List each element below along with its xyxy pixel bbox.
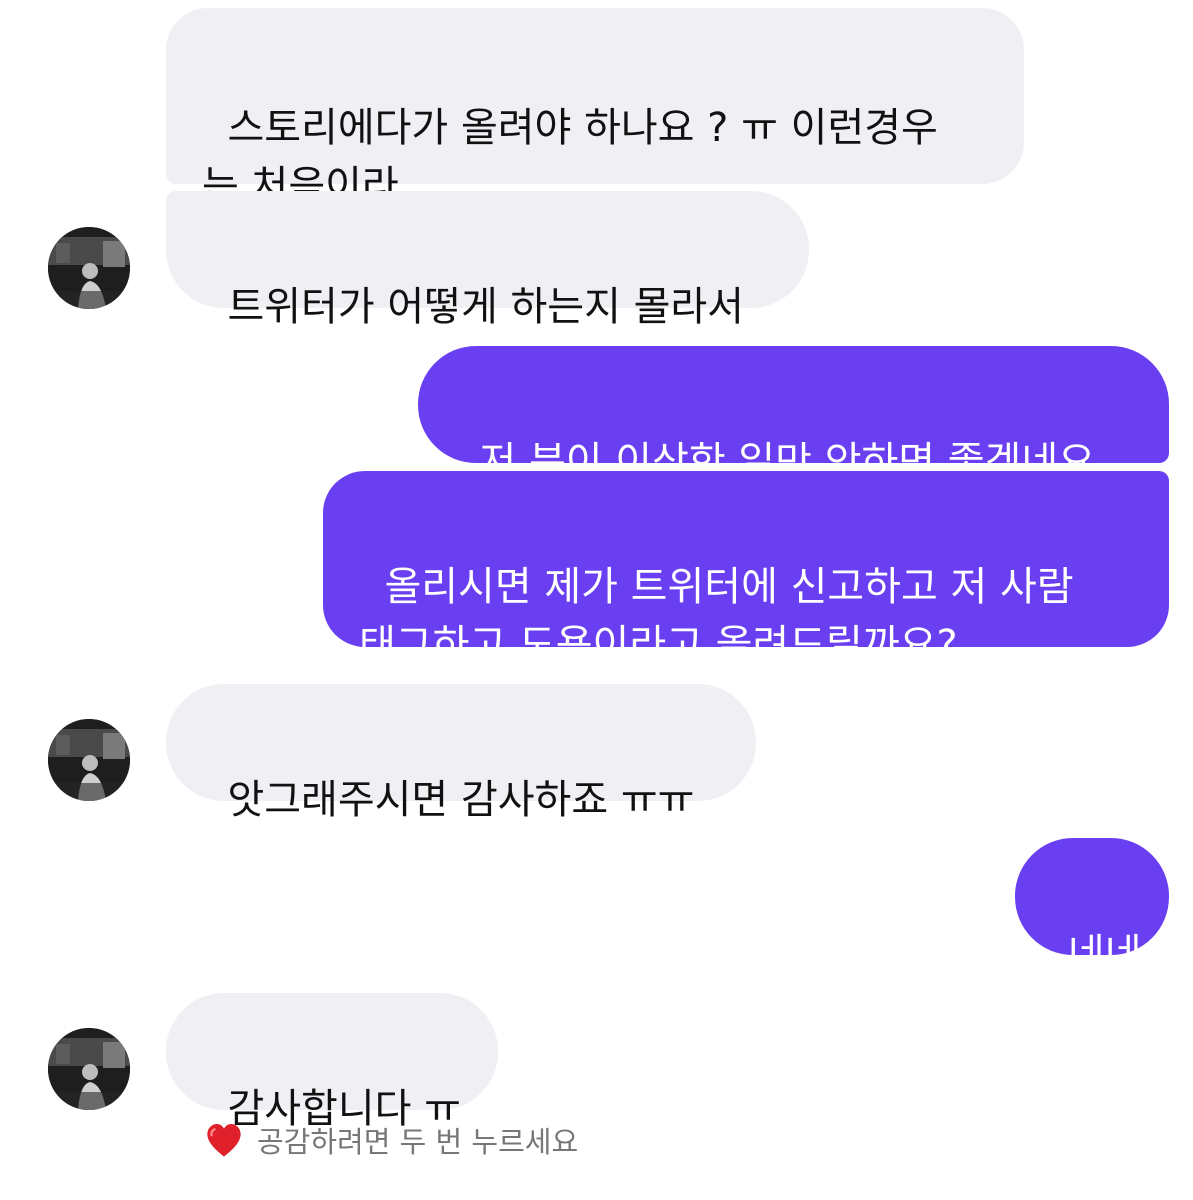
user-avatar [48, 719, 130, 801]
message-text: 올리시면 제가 트위터에 신고하고 저 사람 태그하고 도용이라고 올려드릴까요… [359, 564, 1074, 668]
user-avatar [48, 1028, 130, 1110]
like-hint: 공감하려면 두 번 누르세요 [205, 1118, 578, 1162]
message-bubble-incoming[interactable]: 스토리에다가 올려야 하나요 ? ㅠ 이런경우 는 처음이라 [166, 8, 1024, 209]
message-text: 트위터가 어떻게 하는지 몰라서 [227, 284, 744, 330]
message-bubble-outgoing[interactable]: 저 분이 이상한 일만 안하면 좋겠네요 [418, 346, 1169, 485]
message-bubble-incoming[interactable]: 앗그래주시면 감사하죠 ㅠㅠ [166, 684, 756, 823]
message-bubble-outgoing[interactable]: 네네 [1015, 838, 1169, 977]
message-bubble-outgoing[interactable]: 올리시면 제가 트위터에 신고하고 저 사람 태그하고 도용이라고 올려드릴까요… [323, 471, 1169, 668]
message-bubble-incoming[interactable]: 트위터가 어떻게 하는지 몰라서 [166, 191, 809, 330]
user-avatar [48, 227, 130, 309]
message-text: 앗그래주시면 감사하죠 ㅠㅠ [227, 777, 695, 823]
like-hint-text: 공감하려면 두 번 누르세요 [257, 1125, 579, 1159]
sender-avatar[interactable] [48, 719, 130, 801]
sender-avatar[interactable] [48, 1028, 130, 1110]
sender-avatar[interactable] [48, 227, 130, 309]
heart-icon[interactable] [205, 1121, 243, 1159]
message-bubble-incoming[interactable]: 감사합니다 ㅠ [166, 993, 498, 1132]
message-text: 네네 [1067, 931, 1142, 977]
